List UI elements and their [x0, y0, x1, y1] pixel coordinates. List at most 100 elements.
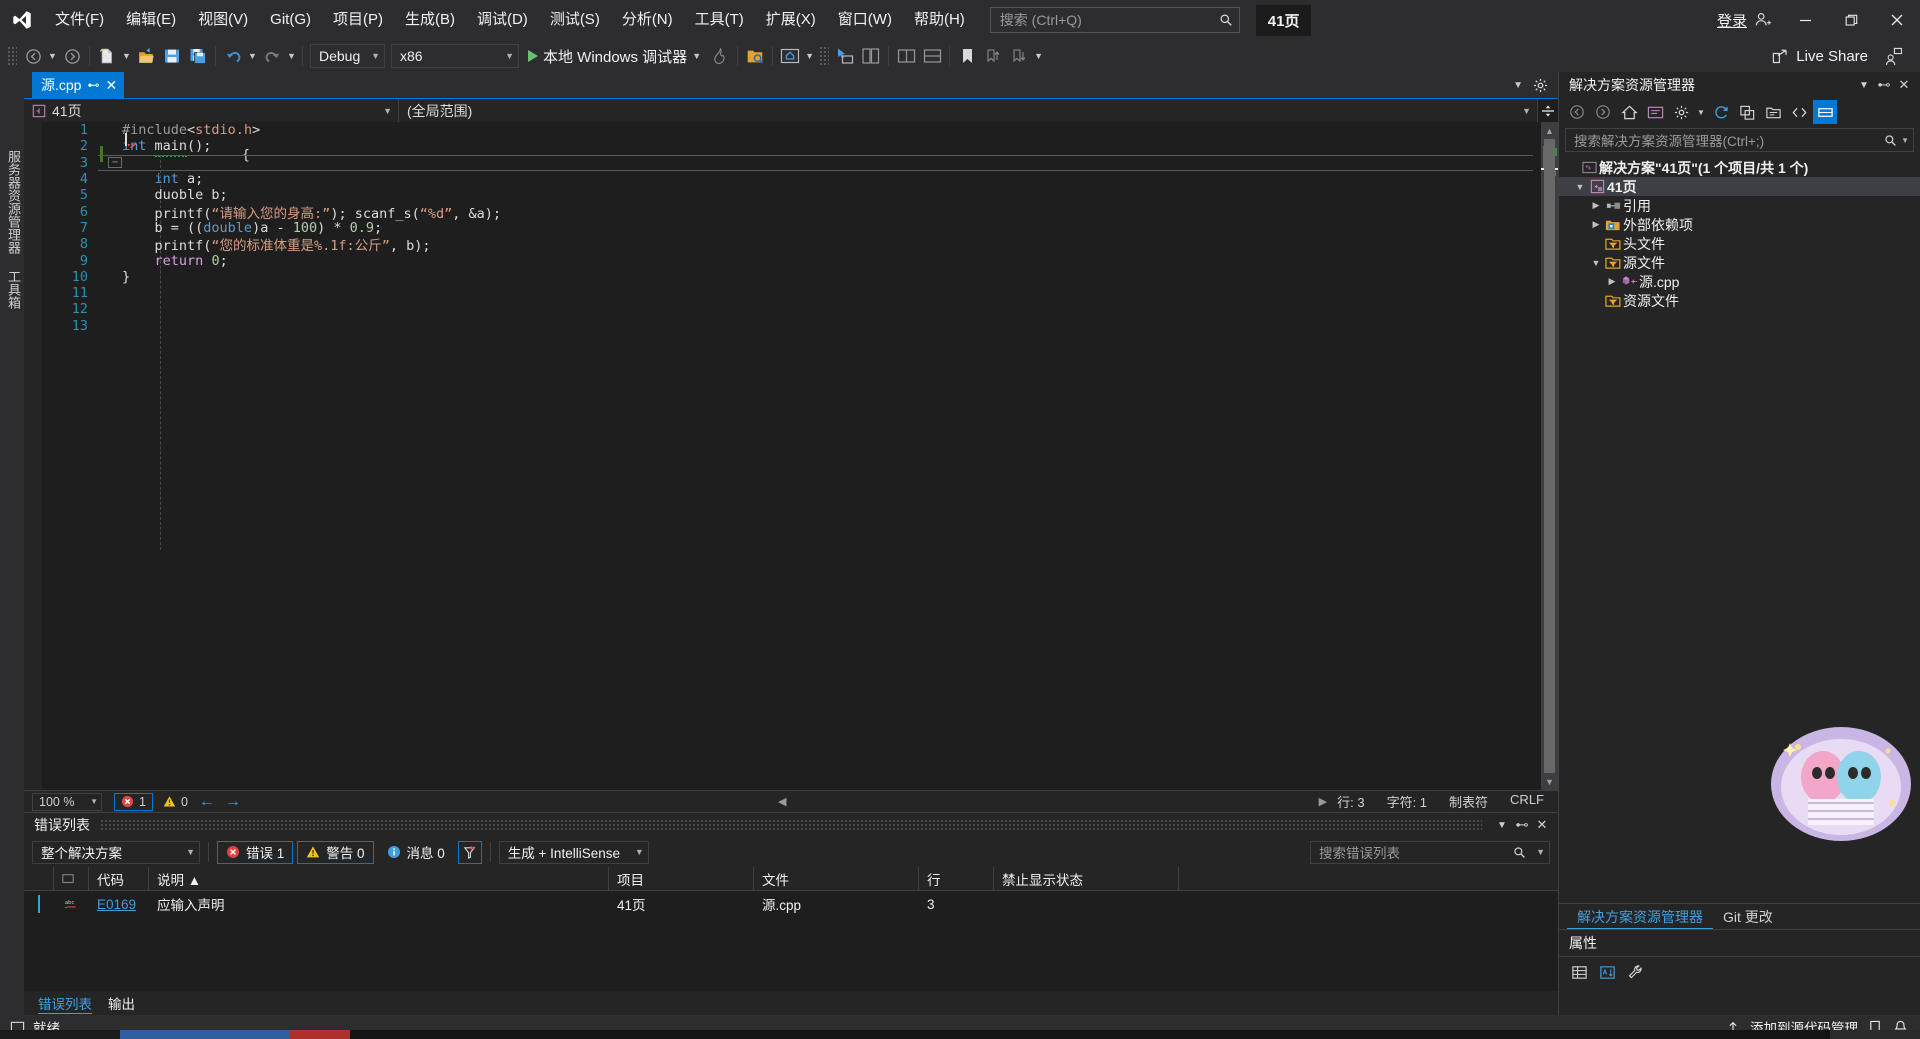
- se-refresh-button[interactable]: [1709, 100, 1733, 124]
- error-search-input[interactable]: 搜索错误列表 ▼: [1310, 840, 1550, 864]
- tree-item-external-dependencies[interactable]: ▶ 外部依赖项: [1559, 215, 1920, 234]
- menu-analyze[interactable]: 分析(N): [611, 0, 684, 40]
- panel-pin-icon[interactable]: ⊷: [1874, 77, 1894, 93]
- editor-vertical-scrollbar[interactable]: ▲ ▼: [1541, 122, 1558, 790]
- properties-categorized-button[interactable]: [1567, 960, 1591, 984]
- code-surface[interactable]: 1 #include<stdio.h> 2 int main(); 3: [42, 122, 1541, 790]
- se-view-designer-button[interactable]: [1813, 100, 1837, 124]
- chevron-down-icon[interactable]: ▼: [1901, 136, 1909, 145]
- se-properties-dropdown[interactable]: ▼: [1695, 100, 1707, 124]
- open-file-button[interactable]: [133, 43, 159, 69]
- menu-extensions[interactable]: 扩展(X): [755, 0, 827, 40]
- vertical-split-button[interactable]: [893, 43, 919, 69]
- horizontal-split-button[interactable]: [919, 43, 945, 69]
- menu-edit[interactable]: 编辑(E): [115, 0, 187, 40]
- toolbar-grip-2[interactable]: [819, 46, 830, 66]
- properties-page-button[interactable]: [1623, 960, 1647, 984]
- tree-expander[interactable]: ▶: [1589, 219, 1603, 230]
- se-forward-button[interactable]: [1591, 100, 1615, 124]
- table-row[interactable]: abc E0169 应输入声明 41页 源.cpp 3: [24, 891, 1558, 917]
- toolbar-grip[interactable]: [7, 46, 17, 66]
- tree-expander[interactable]: ▶: [1605, 276, 1619, 287]
- prev-bookmark-button[interactable]: [980, 43, 1006, 69]
- next-issue-button[interactable]: →: [220, 793, 246, 811]
- error-scope-combo[interactable]: 整个解决方案 ▼: [32, 840, 200, 864]
- zoom-level-combo[interactable]: 100 % ▼: [32, 792, 102, 811]
- se-properties-button[interactable]: [1669, 100, 1693, 124]
- se-pending-changes-button[interactable]: [1643, 100, 1667, 124]
- column-header-suppression[interactable]: 禁止显示状态: [994, 866, 1179, 891]
- select-element-button[interactable]: [832, 43, 858, 69]
- build-intellisense-combo[interactable]: 生成 + IntelliSense ▼: [498, 840, 649, 864]
- column-header-file[interactable]: 文件: [754, 866, 919, 891]
- panel-close-icon[interactable]: ✕: [1894, 77, 1914, 93]
- navigate-backward-button[interactable]: [20, 43, 46, 69]
- redo-dropdown[interactable]: ▼: [285, 43, 298, 69]
- redo-button[interactable]: [259, 43, 285, 69]
- scroll-down-arrow[interactable]: ▼: [1541, 773, 1558, 790]
- live-share-invite-button[interactable]: [1880, 43, 1906, 69]
- maximize-button[interactable]: [1828, 0, 1874, 40]
- error-filter-button[interactable]: 错误 1: [217, 840, 294, 864]
- column-header-description[interactable]: 说明 ▲: [149, 866, 609, 891]
- panel-drag-grip[interactable]: [100, 819, 1482, 831]
- horizontal-scroll-right[interactable]: ▶: [1319, 795, 1337, 808]
- tree-item-solution[interactable]: 解决方案"41页"(1 个项目/共 1 个): [1559, 158, 1920, 177]
- toggle-bookmark-button[interactable]: [954, 43, 980, 69]
- scrollbar-thumb[interactable]: [1544, 139, 1555, 773]
- navigation-project-combo[interactable]: 41页 ▼: [24, 99, 399, 123]
- message-filter-button[interactable]: 消息 0: [378, 841, 454, 864]
- save-button[interactable]: [159, 43, 185, 69]
- tree-expander[interactable]: ▶: [1589, 200, 1603, 211]
- column-header-line[interactable]: 行: [919, 866, 994, 891]
- sign-in-button[interactable]: 登录: [1707, 10, 1782, 31]
- solution-configuration-combo[interactable]: Debug ▼: [310, 44, 385, 68]
- save-all-button[interactable]: [185, 43, 211, 69]
- tab-list-chevron-icon[interactable]: ▼: [1513, 80, 1523, 91]
- close-button[interactable]: [1874, 0, 1920, 40]
- tab-indicator[interactable]: 制表符: [1449, 792, 1488, 811]
- menu-tools[interactable]: 工具(T): [684, 0, 755, 40]
- prev-issue-button[interactable]: ←: [194, 793, 220, 811]
- properties-alphabetical-button[interactable]: [1595, 960, 1619, 984]
- tool-tab-server-explorer[interactable]: 服务器资源管理器: [0, 142, 27, 262]
- tree-item-header-files[interactable]: 头文件: [1559, 234, 1920, 253]
- menu-window[interactable]: 窗口(W): [827, 0, 903, 40]
- pin-icon[interactable]: ⊷: [87, 78, 99, 92]
- live-preview-button[interactable]: [777, 43, 803, 69]
- panel-dropdown-icon[interactable]: ▼: [1492, 820, 1512, 831]
- toolbar-overflow-button[interactable]: ▼: [1032, 43, 1045, 69]
- tab-output[interactable]: 输出: [108, 993, 135, 1013]
- tree-item-source-cpp[interactable]: ▶ 源.cpp: [1559, 272, 1920, 291]
- panel-dropdown-icon[interactable]: ▼: [1854, 80, 1874, 91]
- menu-build[interactable]: 生成(B): [394, 0, 466, 40]
- close-tab-icon[interactable]: ✕: [105, 77, 117, 94]
- document-tab-source-cpp[interactable]: 源.cpp ⊷ ✕: [32, 72, 125, 98]
- se-view-code-button[interactable]: [1787, 100, 1811, 124]
- tree-item-project[interactable]: ▼ 41页: [1559, 177, 1920, 196]
- minimize-button[interactable]: [1782, 0, 1828, 40]
- code-editor[interactable]: 1 #include<stdio.h> 2 int main(); 3: [24, 122, 1558, 790]
- editor-warning-badge[interactable]: 0: [157, 794, 194, 810]
- gear-icon[interactable]: [1533, 78, 1548, 93]
- new-project-button[interactable]: [94, 43, 120, 69]
- tree-expander[interactable]: ▼: [1573, 182, 1587, 192]
- row-code[interactable]: E0169: [89, 891, 149, 917]
- tool-tab-toolbox[interactable]: 工具箱: [0, 262, 27, 317]
- menu-help[interactable]: 帮助(H): [903, 0, 976, 40]
- scroll-up-arrow[interactable]: ▲: [1541, 122, 1558, 139]
- solution-platform-combo[interactable]: x86 ▼: [391, 44, 519, 68]
- se-back-button[interactable]: [1565, 100, 1589, 124]
- panel-close-icon[interactable]: ✕: [1532, 817, 1552, 833]
- start-debugging-button[interactable]: 本地 Windows 调试器 ▼: [522, 43, 707, 69]
- navigate-forward-button[interactable]: [59, 43, 85, 69]
- tree-expander[interactable]: ▼: [1589, 258, 1603, 268]
- tab-error-list[interactable]: 错误列表: [38, 993, 92, 1014]
- column-header-project[interactable]: 项目: [609, 866, 754, 891]
- navigation-scope-combo[interactable]: (全局范围) ▼: [399, 99, 1538, 123]
- tree-item-references[interactable]: ▶ 引用: [1559, 196, 1920, 215]
- horizontal-scroll-left[interactable]: ◀: [778, 795, 786, 808]
- column-header-code[interactable]: 代码: [89, 866, 149, 891]
- undo-dropdown[interactable]: ▼: [246, 43, 259, 69]
- solution-explorer-search-input[interactable]: 搜索解决方案资源管理器(Ctrl+;) ▼: [1565, 128, 1914, 152]
